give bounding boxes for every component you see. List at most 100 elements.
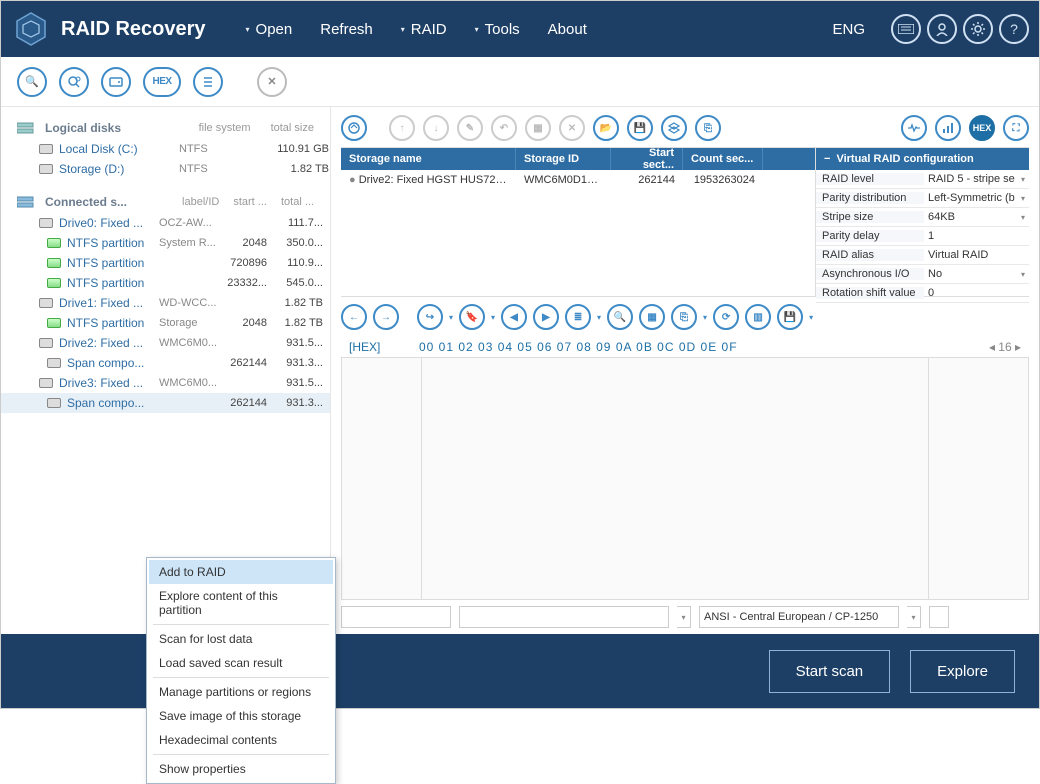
activity-icon[interactable] bbox=[901, 115, 927, 141]
config-value[interactable]: Virtual RAID bbox=[924, 249, 1029, 261]
close-icon[interactable]: ✕ bbox=[257, 67, 287, 97]
menu-about[interactable]: About bbox=[548, 21, 587, 38]
encoding-select[interactable]: ANSI - Central European / CP-1250 bbox=[699, 606, 899, 628]
tag-next-icon[interactable]: ▶ bbox=[533, 304, 559, 330]
logical-section-icon bbox=[17, 122, 35, 134]
help-icon[interactable]: ? bbox=[999, 14, 1029, 44]
partition-row[interactable]: NTFS partitionStorage20481.82 TB bbox=[1, 313, 330, 333]
menu-open[interactable]: ▾Open bbox=[246, 21, 293, 38]
explore-button[interactable]: Explore bbox=[910, 650, 1015, 693]
ctx-scan-lost-data[interactable]: Scan for lost data bbox=[149, 627, 333, 651]
ctx-add-to-raid[interactable]: Add to RAID bbox=[149, 560, 333, 584]
col-header-count[interactable]: Count sec... bbox=[683, 148, 763, 170]
ctx-show-properties[interactable]: Show properties bbox=[149, 757, 333, 781]
gear-icon[interactable] bbox=[963, 14, 993, 44]
dropdown-icon[interactable]: ▾ bbox=[1021, 213, 1025, 222]
ctx-save-image[interactable]: Save image of this storage bbox=[149, 704, 333, 728]
export-icon[interactable]: ⎘ bbox=[695, 115, 721, 141]
config-row[interactable]: Asynchronous I/ONo▾ bbox=[816, 265, 1029, 284]
config-row[interactable]: Parity distributionLeft-Symmetric (b▾ bbox=[816, 189, 1029, 208]
config-row[interactable]: RAID aliasVirtual RAID bbox=[816, 246, 1029, 265]
nav-back-icon[interactable]: ← bbox=[341, 304, 367, 330]
partition-row[interactable]: NTFS partition720896110.9... bbox=[1, 253, 330, 273]
drive-row[interactable]: Drive1: Fixed ...WD-WCC...1.82 TB bbox=[1, 293, 330, 313]
tag-prev-icon[interactable]: ◀ bbox=[501, 304, 527, 330]
hex-button[interactable]: HEX bbox=[143, 67, 181, 97]
remove-icon[interactable]: ✕ bbox=[559, 115, 585, 141]
drive-row[interactable]: Drive2: Fixed ...WMC6M0...931.5... bbox=[1, 333, 330, 353]
expand-icon[interactable]: ⛶ bbox=[1003, 115, 1029, 141]
value-dropdown-icon[interactable]: ▾ bbox=[677, 606, 691, 628]
save-hex-icon[interactable]: 💾 bbox=[777, 304, 803, 330]
config-value[interactable]: 64KB▾ bbox=[924, 211, 1029, 223]
hex-viewer[interactable] bbox=[341, 357, 1029, 600]
extra-input[interactable] bbox=[929, 606, 949, 628]
scan-icon[interactable] bbox=[59, 67, 89, 97]
logical-disk-row[interactable]: Local Disk (C:)NTFS110.91 GB bbox=[1, 139, 330, 159]
search-icon[interactable]: 🔍 bbox=[17, 67, 47, 97]
placeholder-icon[interactable]: ▦ bbox=[525, 115, 551, 141]
config-value[interactable]: 1 bbox=[924, 230, 1029, 242]
partition-row[interactable]: NTFS partitionSystem R...2048350.0... bbox=[1, 233, 330, 253]
config-value[interactable]: No▾ bbox=[924, 268, 1029, 280]
dropdown-icon[interactable]: ▾ bbox=[1021, 270, 1025, 279]
storage-icon bbox=[47, 258, 61, 268]
app-logo-icon bbox=[11, 9, 51, 49]
drive-row[interactable]: Drive3: Fixed ...WMC6M0...931.5... bbox=[1, 373, 330, 393]
ctx-hex-contents[interactable]: Hexadecimal contents bbox=[149, 728, 333, 752]
drive-row[interactable]: Drive0: Fixed ...OCZ-AW...111.7... bbox=[1, 213, 330, 233]
user-icon[interactable] bbox=[927, 14, 957, 44]
start-scan-button[interactable]: Start scan bbox=[769, 650, 891, 693]
menu-raid[interactable]: ▾RAID bbox=[401, 21, 447, 38]
bookmark-icon[interactable]: 🔖 bbox=[459, 304, 485, 330]
hex-pager[interactable]: ◂ 16 ▸ bbox=[989, 340, 1021, 354]
storage-row[interactable]: ● Drive2: Fixed HGST HUS722T1...WMC6M0D1… bbox=[341, 170, 815, 190]
list-icon[interactable] bbox=[193, 67, 223, 97]
nav-forward-icon[interactable]: → bbox=[373, 304, 399, 330]
logical-disk-row[interactable]: Storage (D:)NTFS1.82 TB bbox=[1, 159, 330, 179]
grid-icon[interactable]: ▦ bbox=[639, 304, 665, 330]
config-value[interactable]: Left-Symmetric (b▾ bbox=[924, 192, 1029, 204]
refresh-hex-icon[interactable]: ⟳ bbox=[713, 304, 739, 330]
app-title: RAID Recovery bbox=[61, 18, 206, 41]
edit-icon[interactable]: ✎ bbox=[457, 115, 483, 141]
offset-input[interactable] bbox=[341, 606, 451, 628]
keyboard-icon[interactable] bbox=[891, 14, 921, 44]
save-disk-icon[interactable]: 💾 bbox=[627, 115, 653, 141]
ctx-explore-partition[interactable]: Explore content of this partition bbox=[149, 584, 333, 622]
arrow-down-icon[interactable]: ↓ bbox=[423, 115, 449, 141]
columns-icon[interactable]: ▥ bbox=[745, 304, 771, 330]
partition-row[interactable]: NTFS partition23332...545.0... bbox=[1, 273, 330, 293]
structure-icon[interactable]: ≣ bbox=[565, 304, 591, 330]
col-header-id[interactable]: Storage ID bbox=[516, 148, 611, 170]
hex-view-icon[interactable]: HEX bbox=[969, 115, 995, 141]
copy-icon[interactable]: ⎘ bbox=[671, 304, 697, 330]
menu-refresh[interactable]: Refresh bbox=[320, 21, 373, 38]
partition-row[interactable]: Span compo...262144931.3... bbox=[1, 353, 330, 373]
config-value[interactable]: RAID 5 - stripe se▾ bbox=[924, 173, 1029, 185]
arrow-up-icon[interactable]: ↑ bbox=[389, 115, 415, 141]
dropdown-icon[interactable]: ▾ bbox=[1021, 175, 1025, 184]
config-row[interactable]: Parity delay1 bbox=[816, 227, 1029, 246]
config-row[interactable]: RAID levelRAID 5 - stripe se▾ bbox=[816, 170, 1029, 189]
auto-detect-icon[interactable] bbox=[341, 115, 367, 141]
menu-tools[interactable]: ▾Tools bbox=[475, 21, 520, 38]
value-input[interactable] bbox=[459, 606, 669, 628]
col-header-start[interactable]: Start sect... bbox=[611, 148, 683, 170]
chart-icon[interactable] bbox=[935, 115, 961, 141]
ctx-manage-partitions[interactable]: Manage partitions or regions bbox=[149, 680, 333, 704]
undo-icon[interactable]: ↶ bbox=[491, 115, 517, 141]
language-selector[interactable]: ENG bbox=[832, 21, 865, 38]
partition-row[interactable]: Span compo...262144931.3... bbox=[1, 393, 330, 413]
dropdown-icon[interactable]: ▾ bbox=[1021, 194, 1025, 203]
open-folder-icon[interactable]: 📂 bbox=[593, 115, 619, 141]
encoding-dropdown-icon[interactable]: ▾ bbox=[907, 606, 921, 628]
ctx-load-scan-result[interactable]: Load saved scan result bbox=[149, 651, 333, 675]
col-header-name[interactable]: Storage name bbox=[341, 148, 516, 170]
config-row[interactable]: Stripe size64KB▾ bbox=[816, 208, 1029, 227]
ctx-separator bbox=[153, 624, 329, 625]
layers-icon[interactable] bbox=[661, 115, 687, 141]
disk-icon[interactable] bbox=[101, 67, 131, 97]
find-icon[interactable]: 🔍 bbox=[607, 304, 633, 330]
goto-icon[interactable]: ↪ bbox=[417, 304, 443, 330]
